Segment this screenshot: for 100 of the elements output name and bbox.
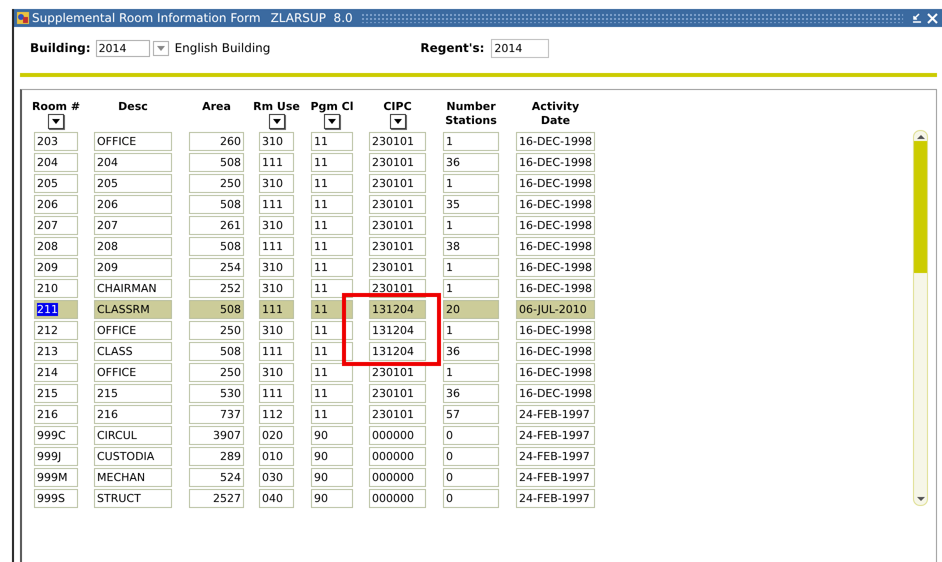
table-cell[interactable]: 11 [311,195,353,214]
table-cell[interactable]: 230101 [369,216,426,235]
table-cell[interactable]: 90 [311,468,353,487]
table-cell[interactable]: 206 [34,195,78,214]
table-cell[interactable]: 260 [189,132,244,151]
table-cell[interactable]: MECHAN [94,468,172,487]
table-cell[interactable]: 36 [443,153,499,172]
table-cell[interactable]: 508 [189,195,244,214]
table-cell[interactable]: 999J [34,447,78,466]
table-cell[interactable]: 310 [259,321,294,340]
table-cell[interactable]: OFFICE [94,363,172,382]
table-cell[interactable]: 131204 [369,342,426,361]
table-cell[interactable]: 254 [189,258,244,277]
dropdown-button[interactable] [390,114,406,129]
table-cell[interactable]: 1 [443,321,499,340]
table-cell[interactable]: 1 [443,132,499,151]
table-cell[interactable]: 111 [259,384,294,403]
table-cell[interactable]: 208 [34,237,78,256]
scroll-thumb[interactable] [914,141,927,273]
table-cell[interactable]: CLASSRM [94,300,172,319]
table-cell[interactable]: 020 [259,426,294,445]
table-cell[interactable]: 24-FEB-1997 [516,489,595,508]
table-cell[interactable]: 24-FEB-1997 [516,405,595,424]
table-cell[interactable]: 737 [189,405,244,424]
table-cell[interactable]: 508 [189,237,244,256]
table-cell[interactable]: 36 [443,342,499,361]
table-cell[interactable]: 203 [34,132,78,151]
table-cell[interactable]: 131204 [369,321,426,340]
table-cell[interactable]: 11 [311,237,353,256]
table-cell[interactable]: 310 [259,132,294,151]
table-cell[interactable]: 230101 [369,174,426,193]
table-cell[interactable]: 06-JUL-2010 [516,300,595,319]
regent-field[interactable]: 2014 [491,38,550,58]
table-cell[interactable]: 11 [311,216,353,235]
table-cell[interactable]: 1 [443,363,499,382]
table-cell[interactable]: 90 [311,489,353,508]
table-cell[interactable]: 310 [259,258,294,277]
table-cell[interactable]: 000000 [369,489,426,508]
table-cell[interactable]: 508 [189,342,244,361]
table-cell[interactable]: 999C [34,426,78,445]
table-cell[interactable]: 205 [94,174,172,193]
table-cell[interactable]: 16-DEC-1998 [516,153,595,172]
table-cell[interactable]: 214 [34,363,78,382]
table-cell[interactable]: 230101 [369,237,426,256]
table-cell[interactable]: 010 [259,447,294,466]
table-cell[interactable]: 1 [443,174,499,193]
table-cell[interactable]: 230101 [369,258,426,277]
table-cell[interactable]: 208 [94,237,172,256]
table-cell[interactable]: 000000 [369,468,426,487]
table-cell[interactable]: 250 [189,321,244,340]
table-cell[interactable]: 11 [311,384,353,403]
table-cell[interactable]: 24-FEB-1997 [516,447,595,466]
table-cell[interactable]: 35 [443,195,499,214]
table-cell[interactable]: 289 [189,447,244,466]
table-cell[interactable]: 530 [189,384,244,403]
table-cell[interactable]: 131204 [369,300,426,319]
table-cell[interactable]: CLASS [94,342,172,361]
table-cell[interactable]: 11 [311,258,353,277]
table-cell[interactable]: CIRCUL [94,426,172,445]
table-cell[interactable]: CUSTODIA [94,447,172,466]
table-cell[interactable]: 11 [311,342,353,361]
table-cell[interactable]: 16-DEC-1998 [516,195,595,214]
table-cell[interactable]: 215 [94,384,172,403]
dropdown-button[interactable] [48,114,64,129]
table-cell[interactable]: 24-FEB-1997 [516,426,595,445]
table-cell[interactable]: 230101 [369,384,426,403]
table-cell[interactable]: 112 [259,405,294,424]
table-cell[interactable]: 206 [94,195,172,214]
dropdown-button[interactable] [268,114,284,129]
table-cell[interactable]: 310 [259,216,294,235]
dropdown-button[interactable] [324,114,340,129]
table-cell[interactable]: 111 [259,153,294,172]
table-cell[interactable]: 207 [94,216,172,235]
table-cell[interactable]: STRUCT [94,489,172,508]
table-cell[interactable]: 230101 [369,153,426,172]
table-cell[interactable]: 11 [311,321,353,340]
table-cell[interactable]: 215 [34,384,78,403]
table-cell[interactable]: 310 [259,279,294,298]
table-cell[interactable]: 252 [189,279,244,298]
table-cell[interactable]: 24-FEB-1997 [516,468,595,487]
table-cell[interactable]: 11 [311,405,353,424]
table-cell[interactable]: 230101 [369,132,426,151]
table-cell[interactable]: 210 [34,279,78,298]
table-cell[interactable]: 211 [34,300,78,319]
table-cell[interactable]: 216 [34,405,78,424]
table-cell[interactable]: 030 [259,468,294,487]
table-cell[interactable]: 16-DEC-1998 [516,216,595,235]
table-cell[interactable]: 0 [443,447,499,466]
table-cell[interactable]: OFFICE [94,321,172,340]
table-cell[interactable]: 0 [443,468,499,487]
table-cell[interactable]: 250 [189,174,244,193]
table-cell[interactable]: 11 [311,153,353,172]
close-icon[interactable] [927,12,938,24]
table-cell[interactable]: 16-DEC-1998 [516,321,595,340]
table-cell[interactable]: 111 [259,195,294,214]
table-cell[interactable]: CHAIRMAN [94,279,172,298]
table-cell[interactable]: 0 [443,426,499,445]
table-cell[interactable]: 204 [94,153,172,172]
table-cell[interactable]: 230101 [369,405,426,424]
table-cell[interactable]: 90 [311,426,353,445]
